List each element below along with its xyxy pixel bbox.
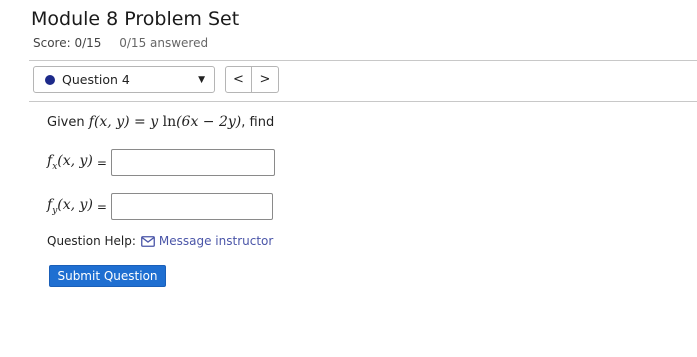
question-select-label: Question 4 (62, 72, 130, 87)
question-prompt: Given f(x, y) = y ln(6x − 2y), find (47, 114, 275, 130)
score-text: Score: 0/15 (33, 36, 102, 50)
divider (29, 60, 697, 61)
message-instructor-link[interactable]: Message instructor (140, 234, 273, 248)
question-help: Question Help: Message instructor (47, 234, 273, 248)
submit-question-button[interactable]: Submit Question (49, 265, 166, 287)
answered-count: 0/15 answered (119, 36, 209, 50)
previous-question-button[interactable]: < (225, 66, 252, 93)
question-nav: < > (225, 66, 279, 93)
score-row: Score: 0/15 0/15 answered (33, 36, 208, 50)
page-title: Module 8 Problem Set (31, 8, 240, 30)
divider (29, 101, 697, 102)
question-select[interactable]: Question 4 ▼ (33, 66, 215, 93)
partial-x-input[interactable] (110, 149, 275, 176)
partial-x-label: fx(x, y) (47, 153, 93, 172)
status-dot-icon (45, 74, 55, 85)
envelope-icon (140, 235, 155, 247)
partial-x-row: fx(x, y) = (47, 149, 275, 176)
help-label: Question Help: (47, 234, 136, 248)
caret-down-icon: ▼ (198, 75, 205, 85)
partial-y-row: fy(x, y) = (47, 193, 273, 220)
partial-y-label: fy(x, y) (47, 197, 93, 216)
next-question-button[interactable]: > (252, 66, 279, 93)
partial-y-input[interactable] (110, 193, 273, 220)
function-expression: f(x, y) = y ln(6x − 2y) (88, 114, 242, 130)
